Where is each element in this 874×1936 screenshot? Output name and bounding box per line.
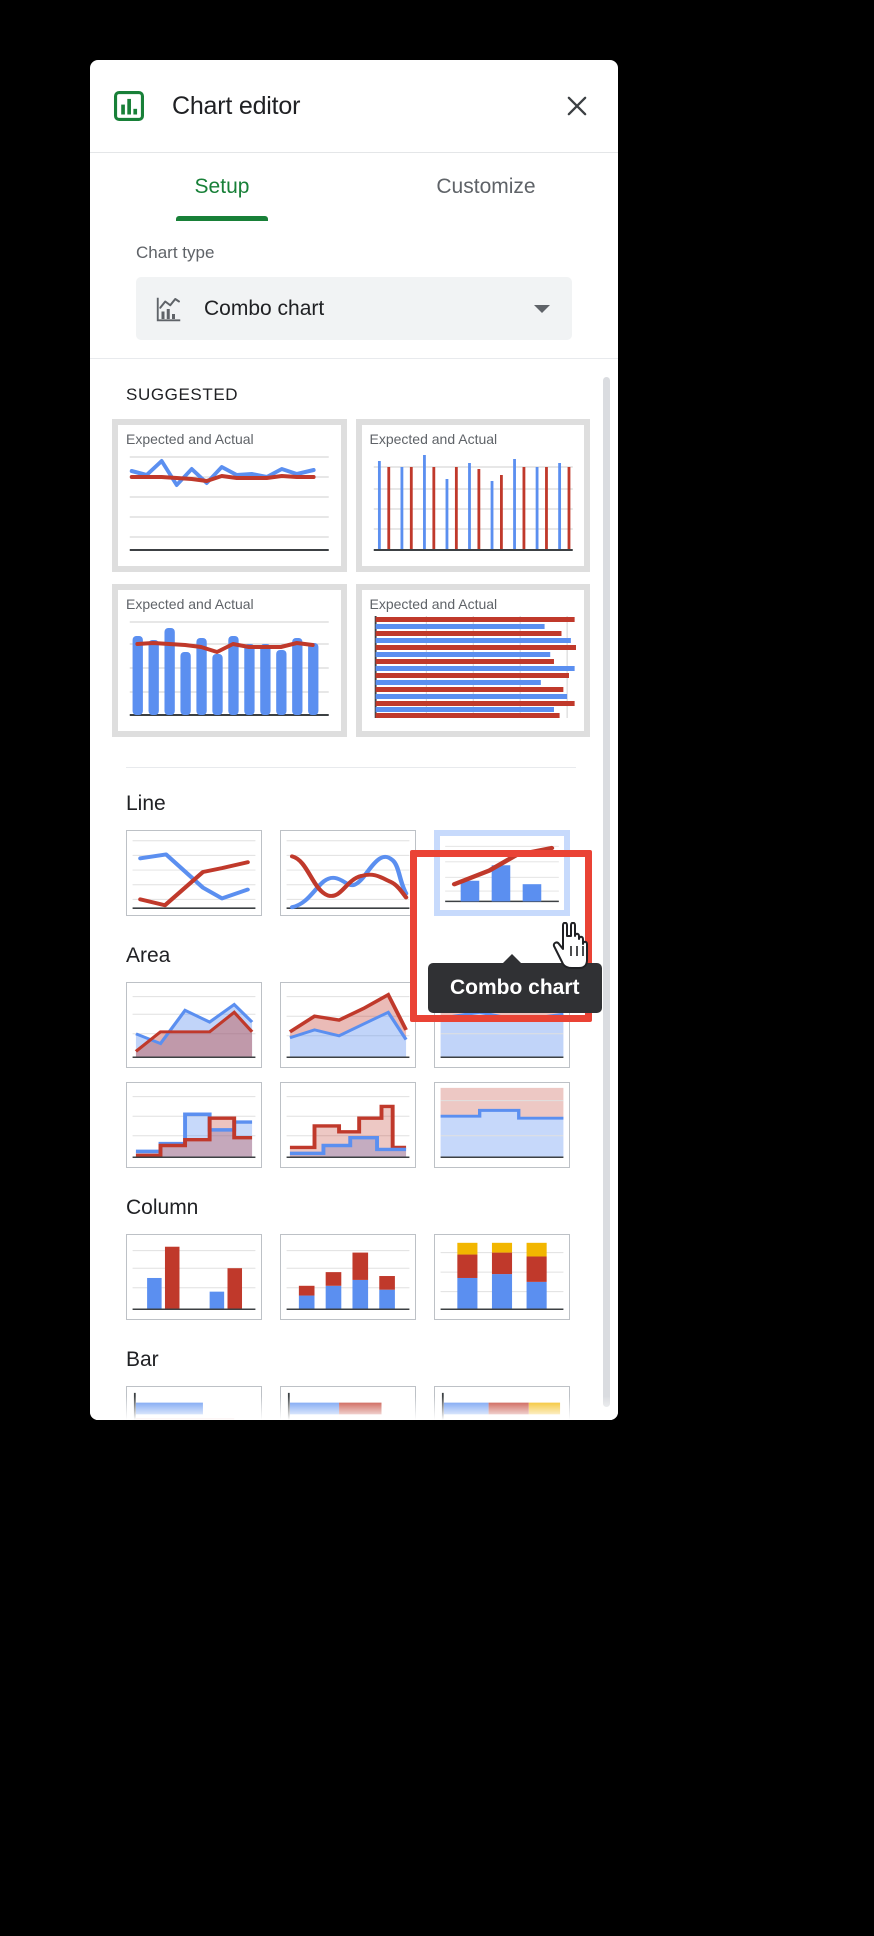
chart-type-value: Combo chart (204, 296, 325, 320)
column-thumb-grid (126, 1234, 590, 1320)
stacked-bar-chart-icon (287, 1392, 382, 1420)
smooth-line-chart-icon (286, 840, 410, 910)
100-stacked-stepped-area-chart-icon (440, 1087, 564, 1159)
scrollbar-track[interactable] (603, 367, 614, 1412)
chart-type-label: Chart type (136, 243, 215, 262)
thumb-stacked-area-chart[interactable] (280, 982, 416, 1068)
chevron-down-icon[interactable] (534, 304, 550, 313)
100-stacked-column-chart-icon (440, 1242, 564, 1311)
line-thumb-grid (126, 830, 590, 916)
suggested-heading: SUGGESTED (126, 385, 239, 404)
thumb-line-chart[interactable] (126, 830, 262, 916)
suggested-card-title: Expected and Actual (369, 596, 498, 612)
suggested-card-column-line[interactable]: Expected and Actual (112, 584, 347, 737)
suggested-combo-preview (129, 621, 329, 716)
combo-chart-icon (154, 294, 184, 324)
thumb-100-stacked-column-chart[interactable] (434, 1234, 570, 1320)
section-title-column: Column (126, 1196, 199, 1219)
thumb-stepped-area-chart[interactable] (126, 1082, 262, 1168)
combo-chart-thumb-icon (445, 845, 559, 903)
thumb-smooth-line-chart[interactable] (280, 830, 416, 916)
thumb-stacked-stepped-area-chart[interactable] (280, 1082, 416, 1168)
tab-setup[interactable]: Setup (90, 153, 354, 221)
dialog-header: Chart editor (90, 60, 618, 153)
thumb-combo-chart[interactable] (434, 830, 570, 916)
thumb-area-chart[interactable] (126, 982, 262, 1068)
section-divider (126, 767, 576, 768)
suggested-card-thin-column[interactable]: Expected and Actual (355, 419, 590, 572)
chart-type-select[interactable]: Combo chart (136, 277, 572, 340)
page-title: Chart editor (172, 91, 301, 120)
tab-customize[interactable]: Customize (354, 153, 618, 221)
thumb-100-stacked-stepped-area-chart[interactable] (434, 1082, 570, 1168)
close-icon[interactable] (560, 89, 594, 123)
chart-type-block: Chart type Combo chart (90, 221, 618, 340)
section-title-line: Line (126, 792, 166, 815)
suggested-card-bar[interactable]: Expected and Actual (355, 584, 590, 737)
scrollbar-thumb[interactable] (603, 377, 610, 1407)
stacked-area-chart-icon (286, 992, 410, 1059)
line-chart-icon (132, 840, 256, 909)
screen: Chart editor Setup Customize Chart type (0, 0, 874, 1936)
100-stacked-bar-chart-icon (441, 1392, 561, 1420)
thumb-100-stacked-bar-chart[interactable] (434, 1386, 570, 1420)
stepped-area-chart-icon (132, 1096, 256, 1159)
area-chart-icon (132, 996, 256, 1059)
thumb-bar-chart[interactable] (126, 1386, 262, 1420)
suggested-column-preview (373, 455, 573, 551)
stacked-stepped-area-chart-icon (286, 1096, 410, 1159)
bar-thumb-grid (126, 1386, 590, 1420)
thumb-stacked-column-chart[interactable] (280, 1234, 416, 1320)
suggested-bar-preview (374, 616, 576, 718)
suggested-card-title: Expected and Actual (126, 596, 254, 612)
bar-chart-icon (112, 89, 146, 123)
suggested-card-line[interactable]: Expected and Actual (112, 419, 347, 572)
suggested-line-preview (129, 456, 329, 551)
chart-type-list-panel[interactable]: SUGGESTED Expected and Actual Expected a… (90, 358, 618, 1420)
suggested-card-title: Expected and Actual (126, 431, 254, 447)
stacked-column-chart-icon (286, 1250, 410, 1311)
chart-editor-dialog: Chart editor Setup Customize Chart type (90, 60, 618, 1420)
section-title-bar: Bar (126, 1348, 159, 1371)
tab-bar: Setup Customize (90, 153, 618, 221)
thumb-stacked-bar-chart[interactable] (280, 1386, 416, 1420)
bar-chart-thumb-icon (133, 1392, 235, 1420)
thumb-column-chart[interactable] (126, 1234, 262, 1320)
suggested-grid: Expected and Actual Expected and Actual … (112, 419, 590, 737)
suggested-card-title: Expected and Actual (369, 431, 498, 447)
column-chart-icon (132, 1246, 256, 1311)
combo-chart-tooltip: Combo chart (428, 954, 602, 1013)
tab-customize-label: Customize (436, 175, 536, 198)
tab-setup-label: Setup (194, 175, 250, 198)
